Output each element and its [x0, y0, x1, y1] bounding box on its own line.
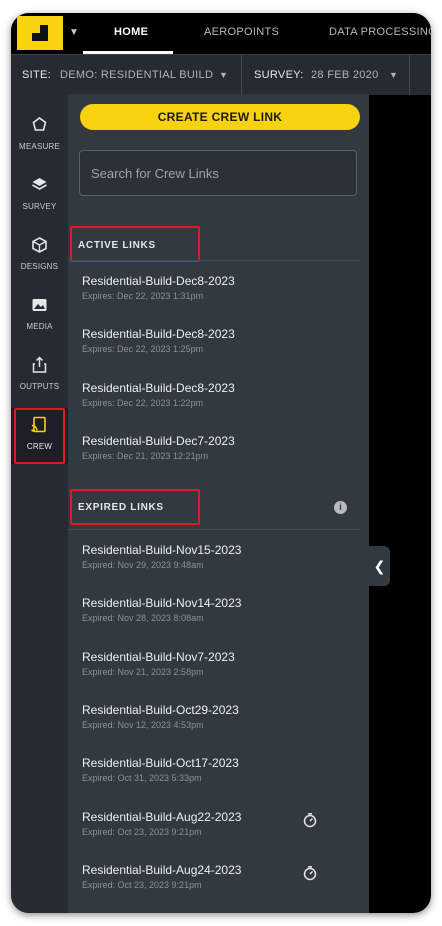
rail-item-label: DESIGNS [20, 262, 59, 271]
tab-home[interactable]: HOME [114, 26, 148, 38]
link-name: Residential-Build-Aug22-2023 [82, 810, 242, 824]
survey-label: SURVEY: [254, 69, 304, 81]
active-link-item[interactable]: Residential-Build-Dec7-2023 Expires: Dec… [68, 434, 360, 484]
tool-rail: MEASURE SURVEY DESIGNS MEDIA OUTPUTS CRE… [11, 94, 68, 913]
rail-item-label: SURVEY [22, 202, 57, 211]
link-name: Residential-Build-Dec7-2023 [82, 434, 235, 448]
link-expiry: Expires: Dec 22, 2023 1:31pm [82, 291, 204, 301]
expired-link-item[interactable]: Residential-Build-Aug24-2023 Expired: Oc… [68, 863, 360, 913]
link-name: Residential-Build-Nov15-2023 [82, 543, 242, 557]
rail-item-label: OUTPUTS [19, 382, 60, 391]
link-expiry: Expired: Oct 23, 2023 9:21pm [82, 827, 202, 837]
expired-link-item[interactable]: Residential-Build-Nov15-2023 Expired: No… [68, 543, 360, 593]
link-expiry: Expired: Nov 28, 2023 8:08am [82, 613, 204, 623]
chevron-down-icon[interactable]: ▼ [219, 70, 228, 80]
expired-links-heading: EXPIRED LINKS [78, 502, 164, 513]
timer-renew-icon[interactable] [302, 812, 318, 828]
rail-item-outputs[interactable]: OUTPUTS [11, 348, 68, 404]
link-name: Residential-Build-Nov7-2023 [82, 650, 235, 664]
expired-link-item[interactable]: Residential-Build-Nov14-2023 Expired: No… [68, 596, 360, 646]
link-name: Residential-Build-Dec8-2023 [82, 381, 235, 395]
site-survey-bar: SITE: DEMO: RESIDENTIAL BUILD ▼ SURVEY: … [11, 54, 431, 95]
chevron-down-icon[interactable]: ▼ [69, 27, 79, 38]
rail-item-designs[interactable]: DESIGNS [11, 228, 68, 284]
link-expiry: Expired: Oct 31, 2023 5:33pm [82, 773, 202, 783]
app-logo[interactable] [17, 16, 63, 50]
link-name: Residential-Build-Aug24-2023 [82, 863, 242, 877]
active-link-item[interactable]: Residential-Build-Dec8-2023 Expires: Dec… [68, 274, 360, 324]
logo-block [40, 25, 48, 33]
tab-data-processing[interactable]: DATA PROCESSING [329, 26, 431, 38]
divider [68, 260, 360, 261]
link-name: Residential-Build-Dec8-2023 [82, 327, 235, 341]
crew-links-panel: CREATE CREW LINK ACTIVE LINKS Residentia… [68, 94, 369, 913]
link-name: Residential-Build-Oct17-2023 [82, 756, 239, 770]
share-icon [32, 356, 47, 373]
logo-block [32, 33, 48, 41]
link-expiry: Expires: Dec 21, 2023 12:21pm [82, 451, 209, 461]
link-expiry: Expired: Nov 12, 2023 4:53pm [82, 720, 204, 730]
site-label: SITE: [22, 69, 52, 81]
cube-icon [32, 237, 47, 253]
divider [68, 529, 360, 530]
active-link-item[interactable]: Residential-Build-Dec8-2023 Expires: Dec… [68, 381, 360, 431]
measure-icon [32, 117, 47, 131]
highlight-box [14, 408, 65, 464]
tab-aeropoints[interactable]: AEROPOINTS [204, 26, 279, 38]
expired-link-item[interactable]: Residential-Build-Oct17-2023 Expired: Oc… [68, 756, 360, 806]
active-links-heading: ACTIVE LINKS [78, 240, 156, 251]
expired-link-item[interactable]: Residential-Build-Oct29-2023 Expired: No… [68, 703, 360, 753]
divider [409, 55, 410, 95]
expired-link-item[interactable]: Residential-Build-Nov7-2023 Expired: Nov… [68, 650, 360, 700]
info-icon[interactable]: i [334, 501, 347, 514]
rail-item-media[interactable]: MEDIA [11, 288, 68, 344]
link-expiry: Expired: Nov 21, 2023 2:58pm [82, 667, 204, 677]
divider [241, 55, 242, 95]
site-select[interactable]: DEMO: RESIDENTIAL BUILD [60, 69, 213, 81]
image-icon [32, 299, 47, 311]
timer-renew-icon[interactable] [302, 865, 318, 881]
app-window: ▼ HOME AEROPOINTS DATA PROCESSING SITE: … [11, 13, 431, 913]
link-expiry: Expires: Dec 22, 2023 1:25pm [82, 344, 204, 354]
link-name: Residential-Build-Nov14-2023 [82, 596, 242, 610]
link-expiry: Expired: Oct 23, 2023 9:21pm [82, 880, 202, 890]
link-expiry: Expired: Nov 29, 2023 9:48am [82, 560, 204, 570]
rail-item-label: MEASURE [19, 142, 60, 151]
layers-icon [32, 178, 47, 190]
link-name: Residential-Build-Dec8-2023 [82, 274, 235, 288]
expired-link-item[interactable]: Residential-Build-Aug22-2023 Expired: Oc… [68, 810, 360, 860]
rail-item-survey[interactable]: SURVEY [11, 168, 68, 224]
active-link-item[interactable]: Residential-Build-Dec8-2023 Expires: Dec… [68, 327, 360, 377]
rail-item-measure[interactable]: MEASURE [11, 108, 68, 164]
chevron-left-icon: ❮ [373, 558, 386, 574]
top-nav: ▼ HOME AEROPOINTS DATA PROCESSING [11, 13, 431, 54]
search-crew-links-input[interactable] [79, 150, 357, 196]
survey-select[interactable]: 28 FEB 2020 [311, 69, 379, 81]
collapse-panel-button[interactable]: ❮ [369, 546, 390, 586]
rail-item-label: MEDIA [26, 322, 53, 331]
link-expiry: Expires: Dec 22, 2023 1:22pm [82, 398, 204, 408]
chevron-down-icon[interactable]: ▼ [389, 70, 398, 80]
create-crew-link-button[interactable]: CREATE CREW LINK [80, 104, 360, 130]
link-name: Residential-Build-Oct29-2023 [82, 703, 239, 717]
